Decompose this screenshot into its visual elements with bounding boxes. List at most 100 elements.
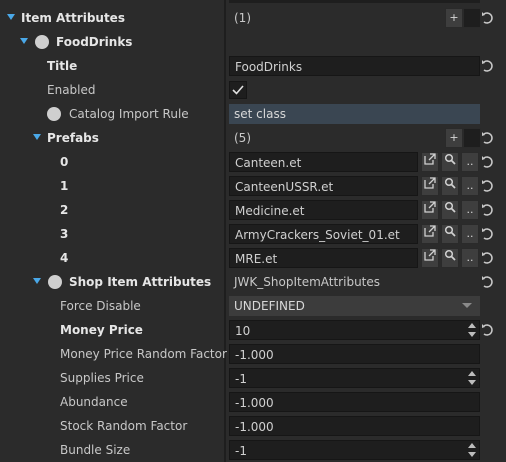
open-external-button[interactable] bbox=[421, 200, 439, 220]
reset-icon[interactable] bbox=[481, 10, 495, 26]
expand-arrow-icon[interactable] bbox=[20, 38, 28, 44]
previous-button-edge bbox=[463, 0, 480, 3]
add-item-button[interactable]: + bbox=[445, 128, 463, 148]
property-label: Prefabs bbox=[47, 131, 99, 145]
search-button[interactable] bbox=[441, 224, 459, 244]
row-prefabs: Prefabs (5) + bbox=[0, 126, 506, 150]
prefab-index: 0 bbox=[60, 155, 69, 169]
expand-arrow-icon[interactable] bbox=[33, 134, 41, 140]
spinner-arrows-icon[interactable] bbox=[466, 441, 478, 459]
row-supplies-price: Supplies Price -1 bbox=[0, 366, 506, 390]
property-label: Item Attributes bbox=[21, 11, 125, 25]
add-item-button[interactable]: + bbox=[445, 8, 463, 28]
prefab-row: 4 MRE.et .. bbox=[0, 246, 506, 270]
open-external-button[interactable] bbox=[421, 248, 439, 268]
object-circle-icon bbox=[47, 107, 61, 121]
browse-button[interactable]: .. bbox=[461, 248, 479, 268]
array-count: (5) bbox=[234, 131, 251, 145]
property-label: Force Disable bbox=[60, 299, 141, 313]
previous-field-edge bbox=[229, 0, 480, 3]
row-shop-item-attributes: Shop Item Attributes JWK_ShopItemAttribu… bbox=[0, 270, 506, 294]
open-external-icon bbox=[424, 249, 436, 261]
enabled-checkbox[interactable] bbox=[229, 81, 247, 99]
open-external-icon bbox=[424, 153, 436, 165]
title-field[interactable]: FoodDrinks bbox=[229, 56, 480, 76]
property-label: Money Price bbox=[60, 323, 143, 337]
search-icon bbox=[444, 225, 456, 237]
bundle-size-field[interactable]: -1 bbox=[229, 440, 480, 460]
reset-icon[interactable] bbox=[481, 322, 495, 338]
object-circle-icon bbox=[35, 35, 49, 49]
supplies-price-field[interactable]: -1 bbox=[229, 368, 480, 388]
row-stock-random-factor: Stock Random Factor -1.000 bbox=[0, 414, 506, 438]
search-icon bbox=[444, 177, 456, 189]
array-menu-button[interactable] bbox=[463, 128, 481, 148]
browse-button[interactable]: .. bbox=[461, 176, 479, 196]
open-external-button[interactable] bbox=[421, 176, 439, 196]
property-label: Title bbox=[47, 59, 78, 73]
property-label: Supplies Price bbox=[60, 371, 144, 385]
prefab-index: 1 bbox=[60, 179, 69, 193]
open-external-icon bbox=[424, 201, 436, 213]
prefab-row: 0 Canteen.et .. bbox=[0, 150, 506, 174]
abundance-field[interactable]: -1.000 bbox=[229, 392, 480, 412]
dropdown-arrow-icon[interactable] bbox=[462, 303, 472, 308]
search-button[interactable] bbox=[441, 152, 459, 172]
expand-arrow-icon[interactable] bbox=[33, 278, 41, 284]
search-icon bbox=[444, 201, 456, 213]
reset-icon[interactable] bbox=[481, 250, 495, 266]
row-enabled: Enabled bbox=[0, 78, 506, 102]
property-label: Catalog Import Rule bbox=[69, 107, 189, 121]
property-label: Money Price Random Factor bbox=[60, 347, 227, 361]
browse-button[interactable]: .. bbox=[461, 152, 479, 172]
array-count: (1) bbox=[234, 11, 251, 25]
browse-button[interactable]: .. bbox=[461, 200, 479, 220]
checkmark-icon bbox=[232, 85, 244, 95]
reset-icon[interactable] bbox=[481, 178, 495, 194]
row-fooddrinks: FoodDrinks bbox=[0, 30, 506, 54]
open-external-button[interactable] bbox=[421, 152, 439, 172]
open-external-icon bbox=[424, 177, 436, 189]
prefab-path-field[interactable]: CanteenUSSR.et bbox=[229, 176, 418, 196]
search-button[interactable] bbox=[441, 176, 459, 196]
row-money-price-random-factor: Money Price Random Factor -1.000 bbox=[0, 342, 506, 366]
spinner-arrows-icon[interactable] bbox=[466, 321, 478, 339]
browse-button[interactable]: .. bbox=[461, 224, 479, 244]
prefab-index: 2 bbox=[60, 203, 69, 217]
property-label: Stock Random Factor bbox=[60, 419, 188, 433]
reset-icon[interactable] bbox=[481, 154, 495, 170]
row-money-price: Money Price 10 bbox=[0, 318, 506, 342]
open-external-button[interactable] bbox=[421, 224, 439, 244]
force-disable-dropdown[interactable]: UNDEFINED bbox=[229, 296, 480, 316]
search-button[interactable] bbox=[441, 200, 459, 220]
prefab-path-field[interactable]: ArmyCrackers_Soviet_01.et bbox=[229, 224, 418, 244]
expand-arrow-icon[interactable] bbox=[7, 14, 15, 20]
property-label: Shop Item Attributes bbox=[69, 275, 212, 289]
row-force-disable: Force Disable UNDEFINED bbox=[0, 294, 506, 318]
reset-icon[interactable] bbox=[481, 226, 495, 242]
money-price-random-factor-field[interactable]: -1.000 bbox=[229, 344, 480, 364]
prefab-index: 3 bbox=[60, 227, 69, 241]
spinner-arrows-icon[interactable] bbox=[466, 369, 478, 387]
row-title: Title FoodDrinks bbox=[0, 54, 506, 78]
row-catalog-import-rule: Catalog Import Rule set class bbox=[0, 102, 506, 126]
prefab-path-field[interactable]: Medicine.et bbox=[229, 200, 418, 220]
row-bundle-size: Bundle Size -1 bbox=[0, 438, 506, 462]
stock-random-factor-field[interactable]: -1.000 bbox=[229, 416, 480, 436]
row-abundance: Abundance -1.000 bbox=[0, 390, 506, 414]
prefab-path-field[interactable]: MRE.et bbox=[229, 248, 418, 268]
prefab-row: 2 Medicine.et .. bbox=[0, 198, 506, 222]
prefab-row: 3 ArmyCrackers_Soviet_01.et .. bbox=[0, 222, 506, 246]
prefab-index: 4 bbox=[60, 251, 69, 265]
reset-icon[interactable] bbox=[481, 274, 495, 290]
prefab-path-field[interactable]: Canteen.et bbox=[229, 152, 418, 172]
reset-icon[interactable] bbox=[481, 202, 495, 218]
class-name: JWK_ShopItemAttributes bbox=[234, 275, 381, 289]
reset-icon[interactable] bbox=[481, 130, 495, 146]
money-price-field[interactable]: 10 bbox=[229, 320, 480, 340]
search-button[interactable] bbox=[441, 248, 459, 268]
catalog-import-rule-field[interactable]: set class bbox=[229, 104, 480, 124]
prefab-row: 1 CanteenUSSR.et .. bbox=[0, 174, 506, 198]
array-menu-button[interactable] bbox=[463, 8, 481, 28]
reset-icon[interactable] bbox=[481, 58, 495, 74]
